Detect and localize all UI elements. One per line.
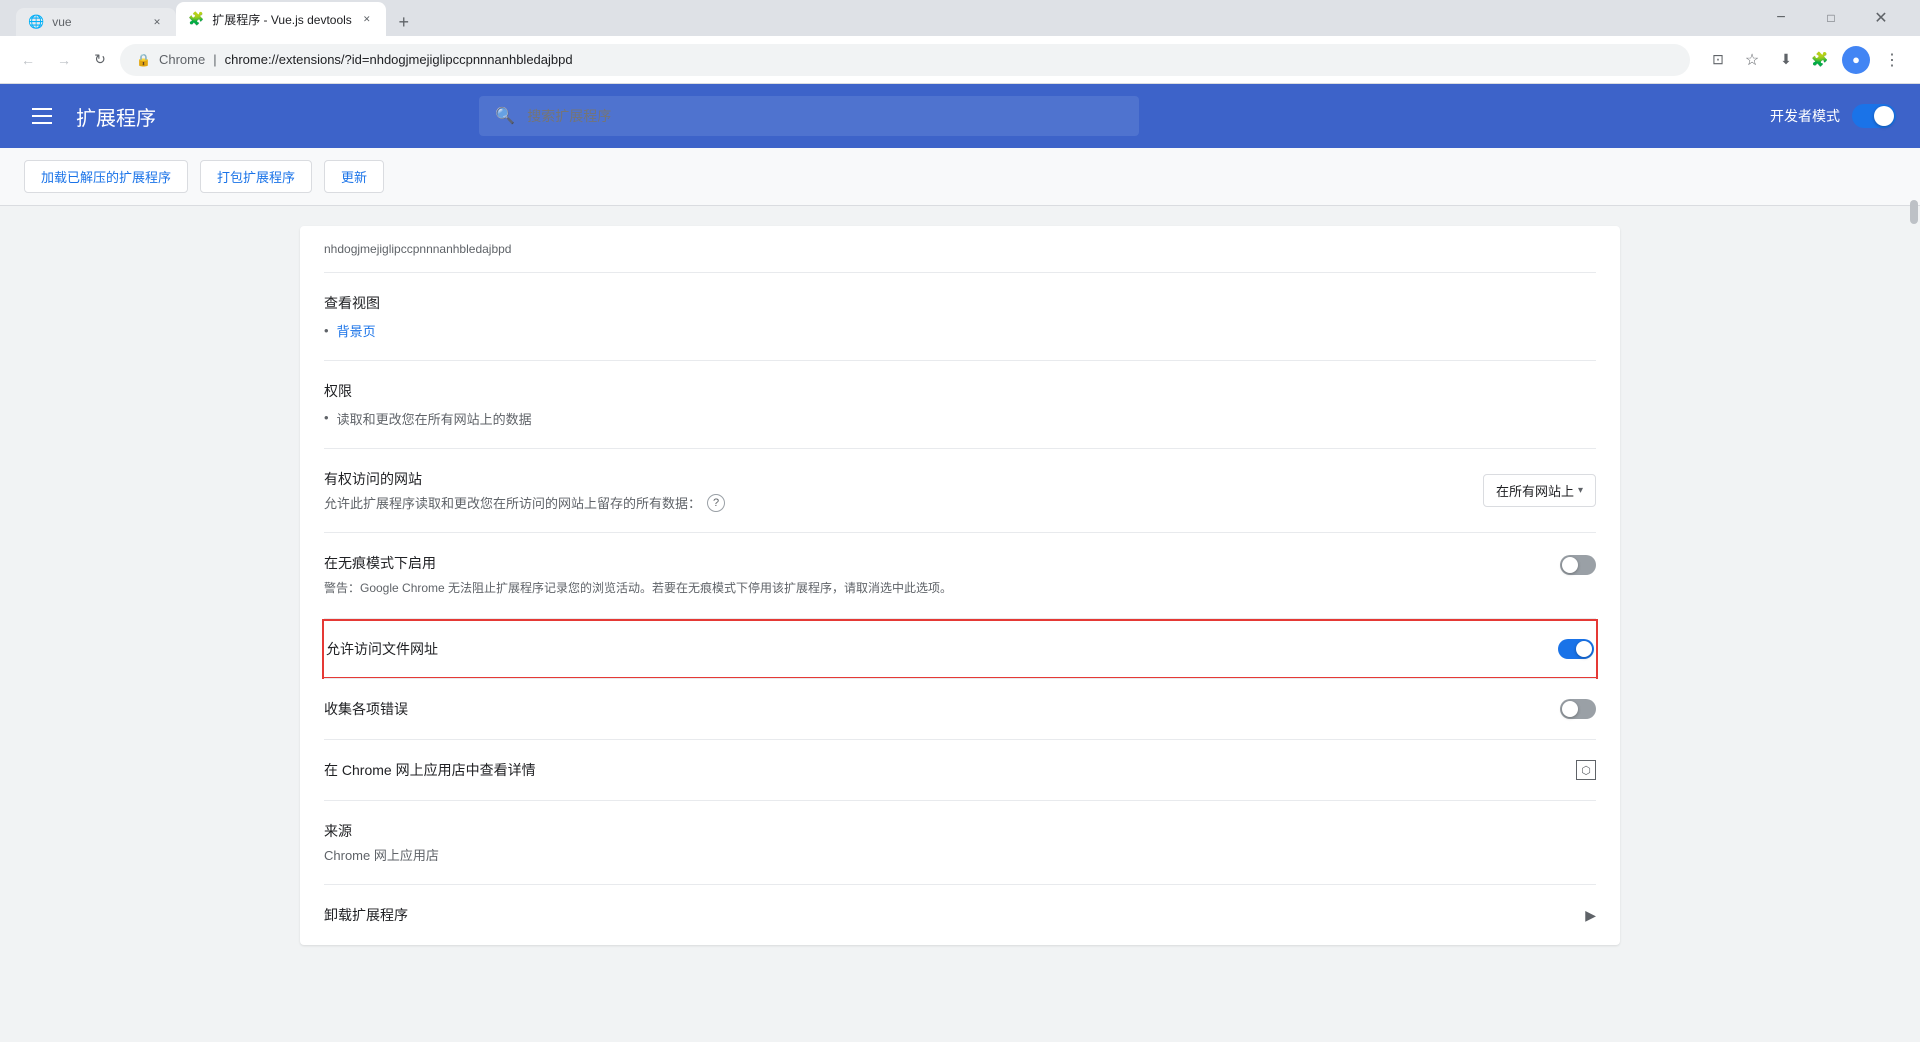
file-access-row: 允许访问文件网址	[322, 619, 1598, 679]
cast-icon[interactable]: ⊡	[1702, 44, 1734, 76]
chevron-right-icon: ▶	[1585, 907, 1596, 924]
tab-title: vue	[52, 15, 142, 29]
minimize-button[interactable]: −	[1758, 2, 1804, 34]
bullet-dot: •	[324, 323, 329, 338]
new-tab-button[interactable]: +	[390, 8, 418, 36]
tab-vue-devtools[interactable]: 🧩 扩展程序 - Vue.js devtools ✕	[176, 2, 386, 36]
search-box[interactable]: 🔍	[479, 96, 1139, 136]
source-value: Chrome 网上应用店	[324, 845, 1596, 864]
address-separator: |	[213, 52, 216, 67]
uninstall-label: 卸载扩展程序	[324, 905, 408, 925]
page-title: 扩展程序	[76, 102, 156, 131]
tab-favicon: 🌐	[28, 14, 44, 30]
store-link-label: 在 Chrome 网上应用店中查看详情	[324, 760, 536, 780]
select-arrow-icon: ▾	[1578, 485, 1583, 496]
site-access-desc: 允许此扩展程序读取和更改您在所访问的网站上留存的所有数据：	[324, 493, 701, 512]
chrome-menu-icon[interactable]: ⋮	[1876, 44, 1908, 76]
pack-extension-button[interactable]: 打包扩展程序	[200, 160, 312, 193]
address-url-text: chrome://extensions/?id=nhdogjmejiglipcc…	[225, 52, 573, 67]
background-page-link[interactable]: 背景页	[337, 321, 376, 340]
tab-close-btn[interactable]: ✕	[150, 15, 164, 29]
reload-button[interactable]: ↻	[84, 44, 116, 76]
update-button[interactable]: 更新	[324, 160, 384, 193]
help-icon[interactable]: ?	[707, 494, 725, 512]
scrollbar[interactable]	[1910, 206, 1918, 224]
permissions-item: 读取和更改您在所有网站上的数据	[337, 409, 532, 428]
load-unpacked-button[interactable]: 加载已解压的扩展程序	[24, 160, 188, 193]
source-title: 来源	[324, 821, 1596, 841]
address-chrome-text: Chrome	[159, 52, 205, 67]
tab-vue[interactable]: 🌐 vue ✕	[16, 8, 176, 36]
dev-mode-label: 开发者模式	[1770, 106, 1840, 126]
hamburger-menu[interactable]	[24, 100, 60, 132]
address-bar[interactable]: 🔒 Chrome | chrome://extensions/?id=nhdog…	[120, 44, 1690, 76]
extensions-icon[interactable]: 🧩	[1804, 44, 1836, 76]
maximize-button[interactable]: □	[1808, 2, 1854, 34]
errors-label: 收集各项错误	[324, 699, 408, 719]
profile-avatar[interactable]: ●	[1842, 46, 1870, 74]
security-icon: 🔒	[136, 53, 151, 67]
forward-button[interactable]: →	[48, 44, 80, 76]
extension-id: nhdogjmejiglipccpnnnanhbledajbpd	[324, 226, 1596, 273]
tab-ext-favicon: 🧩	[188, 11, 204, 27]
site-access-value: 在所有网站上	[1496, 481, 1574, 500]
file-access-toggle[interactable]	[1558, 639, 1594, 659]
download-icon[interactable]: ⬇	[1770, 44, 1802, 76]
close-button[interactable]: ✕	[1858, 2, 1904, 34]
external-link-icon[interactable]: ⬡	[1576, 760, 1596, 780]
dev-mode-toggle[interactable]	[1852, 104, 1896, 128]
incognito-desc: 警告：Google Chrome 无法阻止扩展程序记录您的浏览活动。若要在无痕模…	[324, 579, 1536, 598]
search-icon: 🔍	[495, 106, 515, 126]
errors-toggle[interactable]	[1560, 699, 1596, 719]
back-button[interactable]: ←	[12, 44, 44, 76]
incognito-title: 在无痕模式下启用	[324, 553, 1536, 573]
permissions-title: 权限	[324, 381, 1596, 401]
file-access-label: 允许访问文件网址	[326, 639, 438, 659]
tab-ext-title: 扩展程序 - Vue.js devtools	[212, 11, 352, 28]
bookmark-icon[interactable]: ☆	[1736, 44, 1768, 76]
search-input[interactable]	[527, 108, 1123, 124]
tab-ext-close-btn[interactable]: ✕	[360, 12, 374, 26]
site-access-select[interactable]: 在所有网站上 ▾	[1483, 474, 1596, 507]
view-section-title: 查看视图	[324, 293, 1596, 313]
site-access-title: 有权访问的网站	[324, 469, 1467, 489]
perm-bullet: •	[324, 410, 329, 425]
incognito-toggle[interactable]	[1560, 555, 1596, 575]
